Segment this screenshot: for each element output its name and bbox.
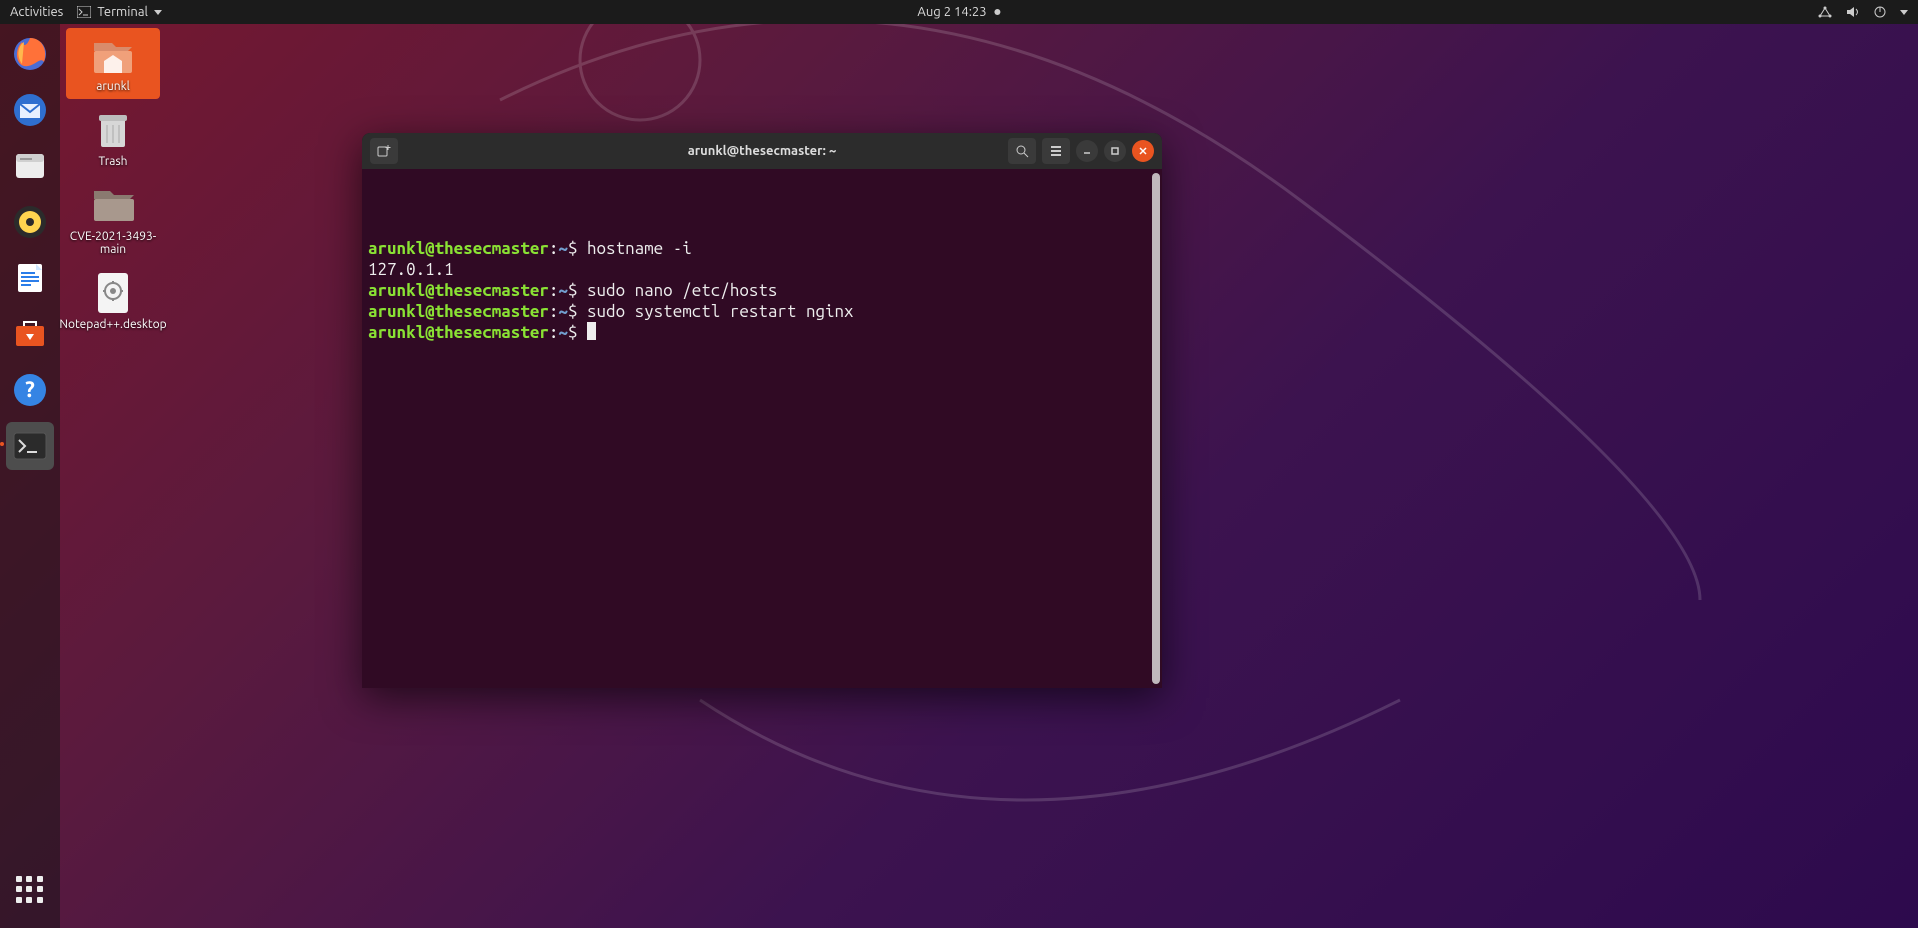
dock-app-help[interactable]: ? [6,366,54,414]
terminal-body[interactable]: arunkl@thesecmaster:~$ hostname -i127.0.… [362,169,1162,688]
prompt-path: ~ [558,323,568,342]
terminal-titlebar[interactable]: arunkl@thesecmaster: ~ [362,133,1162,169]
prompt-path: ~ [558,239,568,258]
dock-app-software[interactable] [6,310,54,358]
trash-icon [89,109,137,151]
clock-text: Aug 2 14:23 [917,5,986,19]
prompt-sep: : [549,302,559,321]
terminal-icon [77,6,91,18]
power-icon[interactable] [1874,6,1886,18]
hamburger-icon [1049,144,1063,158]
dock-app-files[interactable] [6,142,54,190]
home-icon [89,34,137,76]
dock-app-terminal[interactable] [6,422,54,470]
hamburger-menu-button[interactable] [1042,138,1070,164]
terminal-command: sudo nano /etc/hosts [587,281,777,300]
chevron-down-icon[interactable] [1900,10,1908,15]
prompt-dollar: $ [568,281,578,300]
prompt-user: arunkl@thesecmaster [368,323,549,342]
prompt-dollar: $ [568,302,578,321]
terminal-output: 127.0.1.1 [368,260,454,279]
scrollbar[interactable] [1152,173,1160,684]
chevron-down-icon [154,10,162,15]
desktop-icons: arunkl Trash CVE-2021-3493-main Notepad++.d… [66,28,160,337]
desktop-icon-folder[interactable]: CVE-2021-3493-main [66,178,160,262]
desktop-icon-file[interactable]: Notepad++.desktop [66,266,160,337]
prompt-sep: : [549,281,559,300]
dock-app-firefox[interactable] [6,30,54,78]
close-icon [1138,146,1148,156]
desktop-icon-label: Trash [98,155,127,168]
prompt-user: arunkl@thesecmaster [368,281,549,300]
dock-app-writer[interactable] [6,254,54,302]
prompt-user: arunkl@thesecmaster [368,239,549,258]
file-icon [89,272,137,314]
activities-button[interactable]: Activities [10,5,63,19]
close-button[interactable] [1132,140,1154,162]
dock-app-thunderbird[interactable] [6,86,54,134]
prompt-path: ~ [558,302,568,321]
dock-app-rhythmbox[interactable] [6,198,54,246]
desktop-icon-home[interactable]: arunkl [66,28,160,99]
prompt-user: arunkl@thesecmaster [368,302,549,321]
notification-dot-icon [995,9,1001,15]
desktop-icon-label: arunkl [96,80,130,93]
terminal-line: arunkl@thesecmaster:~$ hostname -i [368,238,1152,259]
grid-icon [16,876,44,904]
desktop-icon-label: CVE-2021-3493-main [68,230,158,256]
volume-icon[interactable] [1846,6,1860,18]
maximize-button[interactable] [1104,140,1126,162]
maximize-icon [1110,146,1120,156]
search-icon [1015,144,1029,158]
prompt-dollar: $ [568,323,578,342]
desktop-icon-trash[interactable]: Trash [66,103,160,174]
terminal-command: sudo systemctl restart nginx [587,302,854,321]
search-button[interactable] [1008,138,1036,164]
prompt-sep: : [549,239,559,258]
dock: ? [0,24,60,928]
terminal-line: arunkl@thesecmaster:~$ sudo nano /etc/ho… [368,280,1152,301]
terminal-title: arunkl@thesecmaster: ~ [688,144,837,158]
terminal-line: arunkl@thesecmaster:~$ sudo systemctl re… [368,301,1152,322]
svg-text:?: ? [25,377,35,402]
prompt-path: ~ [558,281,568,300]
folder-icon [89,184,137,226]
new-tab-button[interactable] [370,138,398,164]
minimize-button[interactable] [1076,140,1098,162]
cursor [587,322,596,340]
app-menu[interactable]: Terminal [77,5,162,19]
terminal-command: hostname -i [587,239,692,258]
prompt-dollar: $ [568,239,578,258]
desktop-icon-label: Notepad++.desktop [59,318,166,331]
tab-plus-icon [377,144,391,158]
clock[interactable]: Aug 2 14:23 [917,5,1000,19]
terminal-window: arunkl@thesecmaster: ~ arunkl@thesecmast… [362,133,1162,688]
show-applications[interactable] [6,866,54,914]
network-icon[interactable] [1818,6,1832,18]
terminal-line: arunkl@thesecmaster:~$ [368,322,1152,343]
prompt-sep: : [549,323,559,342]
minimize-icon [1082,146,1092,156]
app-menu-label: Terminal [97,5,148,19]
terminal-line: 127.0.1.1 [368,259,1152,280]
top-bar: Activities Terminal Aug 2 14:23 [0,0,1918,24]
